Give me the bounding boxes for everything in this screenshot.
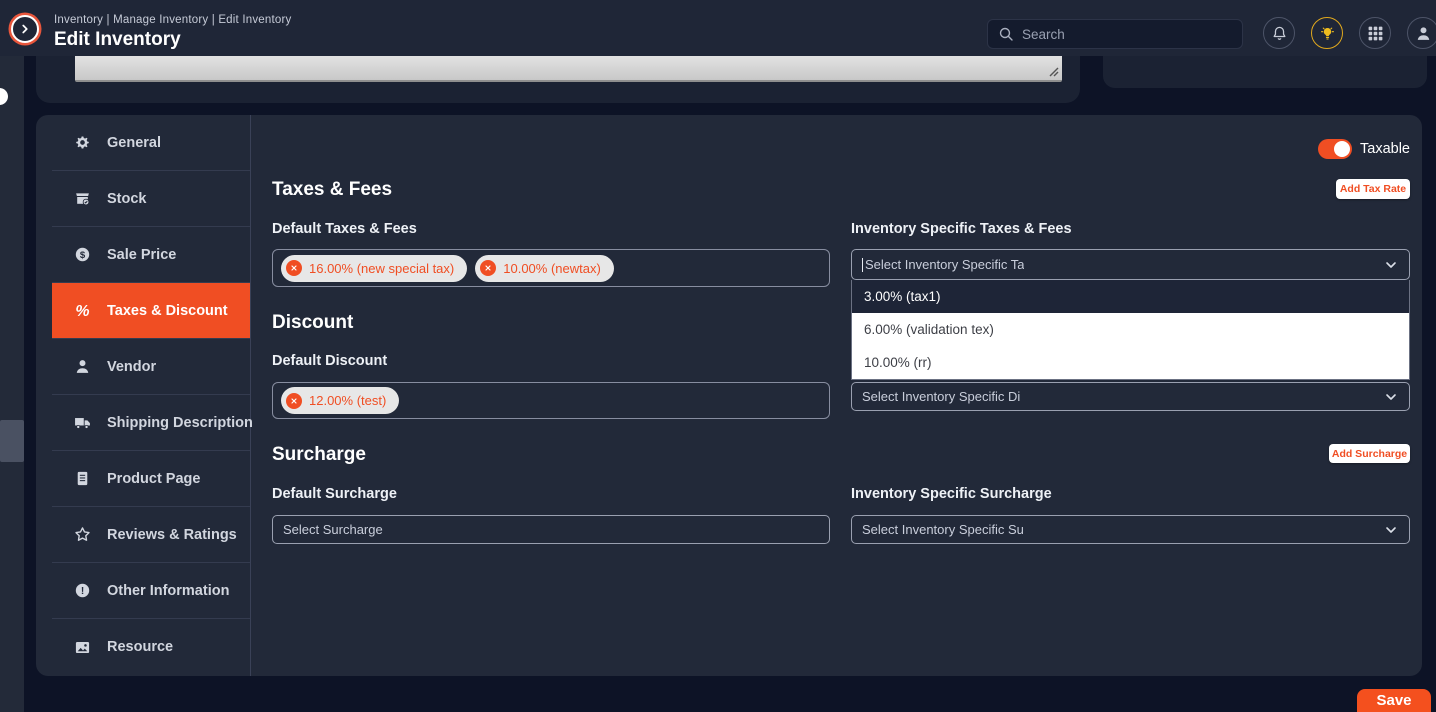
default-taxes-chipbox[interactable]: 16.00% (new special tax) 10.00% (newtax) <box>272 249 830 287</box>
rail-scrollbar-thumb[interactable] <box>0 420 24 462</box>
default-surcharge-placeholder: Select Surcharge <box>283 522 383 537</box>
chip-label: 10.00% (newtax) <box>503 261 601 276</box>
selected-rate-chip: 16.00% (new special tax) <box>281 255 467 282</box>
top-header: Inventory | Manage Inventory | Edit Inve… <box>0 0 1436 56</box>
breadcrumb: Inventory | Manage Inventory | Edit Inve… <box>54 14 291 26</box>
taxes-dropdown-list: 3.00% (tax1)6.00% (validation tex)10.00%… <box>851 280 1410 380</box>
specific-taxes-combobox[interactable]: Select Inventory Specific Ta <box>851 249 1410 280</box>
star-icon <box>74 526 91 543</box>
chevron-right-icon <box>18 22 32 36</box>
sidebar-item-label: Reviews & Ratings <box>107 527 237 543</box>
sidebar-item-label: Stock <box>107 191 147 207</box>
taxable-label: Taxable <box>1360 141 1410 157</box>
scrolled-side-card-fragment <box>1103 56 1427 88</box>
search-input[interactable] <box>1022 27 1232 42</box>
sidebar-item-product-page[interactable]: Product Page <box>52 451 250 507</box>
chip-label: 16.00% (new special tax) <box>309 261 454 276</box>
selected-rate-chip: 12.00% (test) <box>281 387 399 414</box>
sidebar-item-resource[interactable]: Resource <box>52 619 250 675</box>
specific-taxes-placeholder: Select Inventory Specific Ta <box>865 257 1024 272</box>
save-button[interactable]: Save <box>1357 689 1431 712</box>
svg-text:!: ! <box>81 586 84 597</box>
chevron-down-icon <box>1383 257 1399 273</box>
sidebar-item-label: Resource <box>107 639 173 655</box>
sidebar-item-sale-price[interactable]: $ Sale Price <box>52 227 250 283</box>
sidebar-item-label: Vendor <box>107 359 156 375</box>
user-icon <box>1415 25 1432 42</box>
sidebar-item-label: Product Page <box>107 471 200 487</box>
surcharge-heading: Surcharge <box>272 444 366 466</box>
resize-grip-icon[interactable] <box>1046 64 1059 77</box>
page-title: Edit Inventory <box>54 29 181 51</box>
sidebar-item-taxes-discount[interactable]: % Taxes & Discount <box>52 283 250 339</box>
sidebar-item-label: Shipping Description <box>107 415 253 431</box>
sidebar-item-vendor[interactable]: Vendor <box>52 339 250 395</box>
sidebar-item-general[interactable]: General <box>52 115 250 171</box>
global-search[interactable] <box>987 19 1243 49</box>
toggle-knob <box>1334 141 1350 157</box>
add-surcharge-button[interactable]: Add Surcharge <box>1329 444 1410 463</box>
lightbulb-icon <box>1319 25 1336 42</box>
remove-chip-icon[interactable] <box>286 260 302 276</box>
svg-text:$: $ <box>80 250 86 261</box>
truck-icon <box>74 414 91 431</box>
chevron-down-icon <box>1383 522 1399 538</box>
search-icon <box>998 26 1014 42</box>
discount-heading: Discount <box>272 312 353 334</box>
edit-inventory-page: Inventory | Manage Inventory | Edit Inve… <box>0 0 1436 712</box>
sidebar-item-stock[interactable]: Stock <box>52 171 250 227</box>
person-icon <box>74 358 91 375</box>
specific-surcharge-combobox[interactable]: Select Inventory Specific Su <box>851 515 1410 544</box>
taxable-toggle[interactable] <box>1318 139 1352 159</box>
text-cursor <box>862 258 863 272</box>
specific-discount-combobox[interactable]: Select Inventory Specific Di <box>851 382 1410 411</box>
default-surcharge-label: Default Surcharge <box>272 486 397 502</box>
selected-rate-chip: 10.00% (newtax) <box>475 255 614 282</box>
sidebar-item-label: Taxes & Discount <box>107 303 228 319</box>
specific-taxes-label: Inventory Specific Taxes & Fees <box>851 221 1072 237</box>
edit-inventory-card: General Stock $ Sale Price% Taxes & Discount… <box>36 115 1422 676</box>
chip-label: 12.00% (test) <box>309 393 386 408</box>
dollar-icon: $ <box>74 246 91 263</box>
default-discount-label: Default Discount <box>272 353 387 369</box>
sidebar-item-label: Other Information <box>107 583 229 599</box>
scrolled-card-fragment <box>36 56 1080 103</box>
apps-button[interactable] <box>1359 17 1391 49</box>
specific-surcharge-placeholder: Select Inventory Specific Su <box>862 522 1024 537</box>
expand-sidebar-button[interactable] <box>11 15 39 43</box>
image-icon <box>74 639 91 656</box>
dropdown-option[interactable]: 10.00% (rr) <box>852 346 1409 379</box>
textarea-remnant[interactable] <box>75 56 1062 82</box>
default-discount-chipbox[interactable]: 12.00% (test) <box>272 382 830 419</box>
svg-text:%: % <box>75 303 89 319</box>
apps-grid-icon <box>1367 25 1384 42</box>
default-surcharge-field[interactable]: Select Surcharge <box>272 515 830 544</box>
specific-discount-placeholder: Select Inventory Specific Di <box>862 389 1020 404</box>
sidebar-item-shipping-description[interactable]: Shipping Description <box>52 395 250 451</box>
gear-icon <box>74 134 91 151</box>
remove-chip-icon[interactable] <box>286 393 302 409</box>
taxes-fees-heading: Taxes & Fees <box>272 179 392 201</box>
sidebar-item-label: General <box>107 135 161 151</box>
notifications-button[interactable] <box>1263 17 1295 49</box>
dropdown-option[interactable]: 3.00% (tax1) <box>852 280 1409 313</box>
default-taxes-label: Default Taxes & Fees <box>272 221 417 237</box>
sidebar-nav: General Stock $ Sale Price% Taxes & Discount… <box>52 115 251 676</box>
add-tax-rate-button[interactable]: Add Tax Rate <box>1336 179 1410 199</box>
sidebar-item-other-information[interactable]: ! Other Information <box>52 563 250 619</box>
dropdown-option[interactable]: 6.00% (validation tex) <box>852 313 1409 346</box>
sidebar-item-reviews-ratings[interactable]: Reviews & Ratings <box>52 507 250 563</box>
sidebar-item-label: Sale Price <box>107 247 176 263</box>
bell-icon <box>1271 25 1288 42</box>
remove-chip-icon[interactable] <box>480 260 496 276</box>
profile-button[interactable] <box>1407 17 1436 49</box>
box-icon <box>74 190 91 207</box>
chevron-down-icon <box>1383 389 1399 405</box>
document-icon <box>74 470 91 487</box>
specific-surcharge-label: Inventory Specific Surcharge <box>851 486 1052 502</box>
info-icon: ! <box>74 582 91 599</box>
collapsed-nav-rail <box>0 0 24 712</box>
tips-button[interactable] <box>1311 17 1343 49</box>
percent-icon: % <box>74 302 91 319</box>
